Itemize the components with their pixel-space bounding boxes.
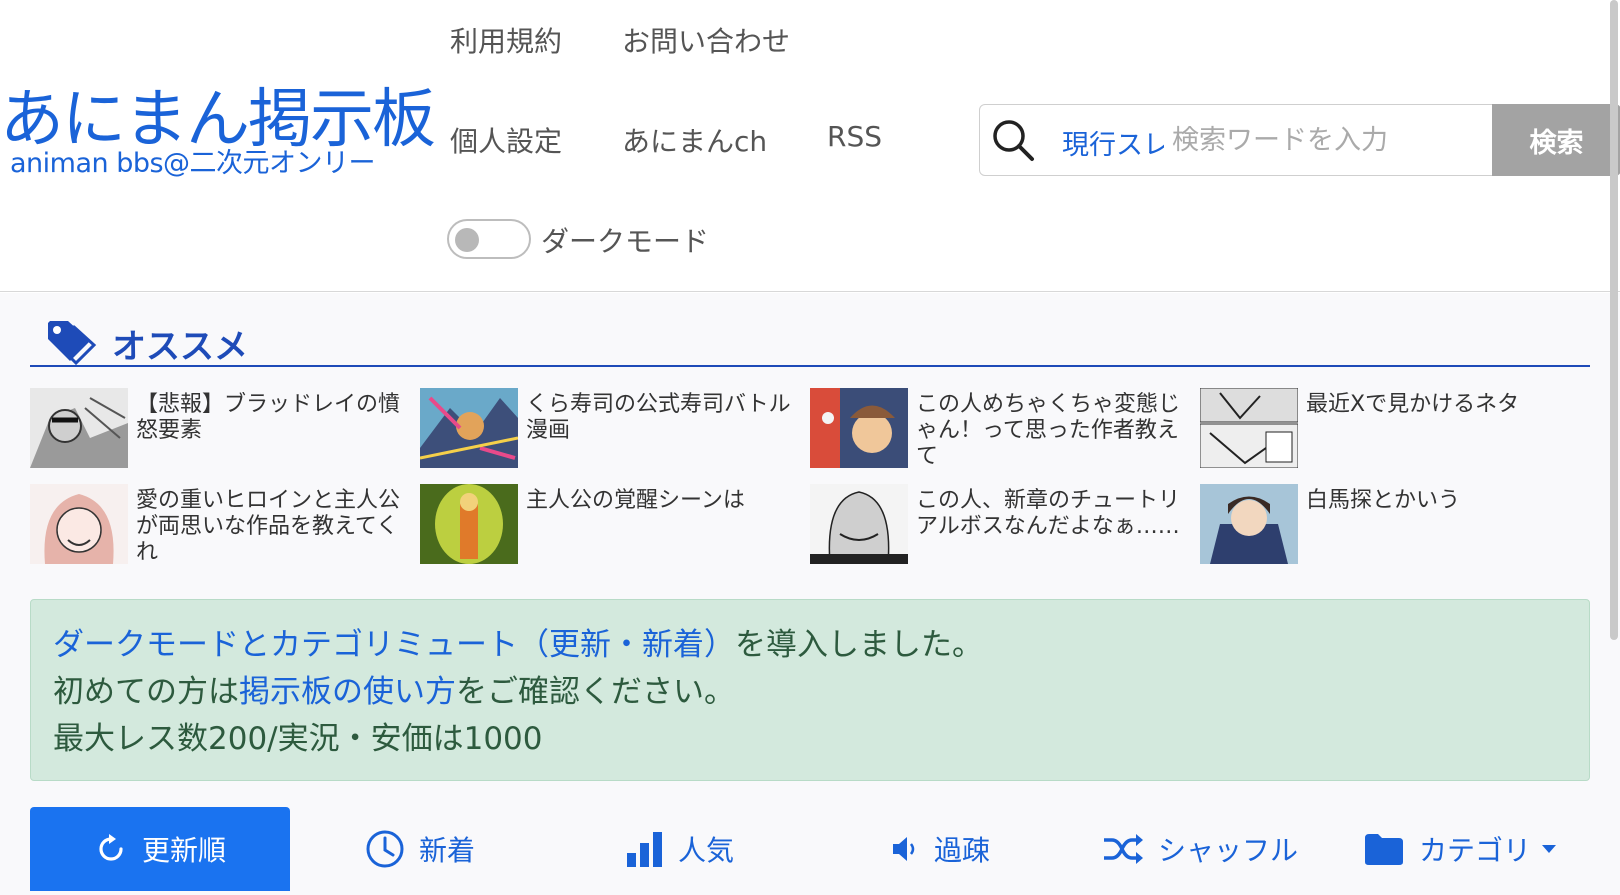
recommend-item-title: この人、新章のチュートリアルボスなんだよなぁ……: [916, 488, 1181, 539]
dark-mode-toggle[interactable]: [447, 219, 531, 259]
tab-popular[interactable]: 人気: [550, 807, 810, 891]
thumbnail-image: [420, 484, 518, 564]
tab-category[interactable]: カテゴリ: [1330, 807, 1590, 891]
tab-new[interactable]: 新着: [290, 807, 550, 891]
thumbnail-image: [420, 388, 518, 468]
recommend-item-title: この人めちゃくちゃ変態じゃん！って思った作者教えて: [916, 392, 1181, 469]
nav-animanch-link[interactable]: あにまんch: [622, 120, 767, 160]
search-input[interactable]: [1172, 119, 1472, 161]
search-form: 現行スレ 検索: [979, 104, 1620, 176]
clock-icon: [366, 830, 404, 868]
refresh-icon: [99, 834, 123, 861]
notice-line: ダークモードとカテゴリミュート（更新・新着）を導入しました。: [53, 622, 1567, 669]
recommend-item[interactable]: この人、新章のチュートリアルボスなんだよなぁ……: [810, 484, 1190, 566]
toggle-knob: [455, 228, 479, 252]
recommend-item[interactable]: この人めちゃくちゃ変態じゃん！って思った作者教えて: [810, 388, 1190, 470]
recommend-item[interactable]: くら寿司の公式寿司バトル漫画: [420, 388, 800, 470]
logo-title: あにまん掲示板: [0, 83, 436, 157]
page-scrollbar[interactable]: [1610, 0, 1618, 640]
recommend-item[interactable]: 主人公の覚醒シーンは: [420, 484, 800, 566]
shuffle-icon: [1103, 834, 1143, 864]
recommend-item-title: 【悲報】ブラッドレイの憤怒要素: [136, 392, 401, 443]
bar-chart-icon: [626, 832, 662, 867]
logo-subtitle: animan bbs@二次元オンリー: [10, 148, 376, 179]
recommend-item[interactable]: 最近Xで見かけるネタ: [1200, 388, 1580, 470]
search-icon[interactable]: [990, 117, 1036, 163]
tab-label: カテゴリ: [1418, 834, 1531, 867]
dark-mode-announcement-link[interactable]: ダークモードとカテゴリミュート（更新・新着）: [53, 627, 735, 663]
howto-link[interactable]: 掲示板の使い方: [239, 674, 456, 710]
search-scope-select[interactable]: 現行スレ: [1062, 123, 1164, 162]
sort-tabs: 更新順 新着 人気 過疎 シャッフル カテゴリ: [30, 807, 1590, 895]
folder-icon: [1364, 834, 1403, 865]
main-content: オススメ 【悲報】ブラッドレイの憤怒要素 くら寿司の公式寿司バトル漫画 この人め…: [0, 293, 1620, 895]
site-header: あにまん掲示板 animan bbs@二次元オンリー 利用規約 お問い合わせ 個…: [0, 0, 1620, 292]
recommend-item-title: くら寿司の公式寿司バトル漫画: [526, 392, 791, 443]
speaker-icon: [892, 837, 915, 861]
nav-contact-link[interactable]: お問い合わせ: [622, 20, 790, 60]
recommend-title: オススメ: [112, 327, 248, 367]
tab-label: 人気: [677, 834, 734, 867]
thumbnail-image: [1200, 484, 1298, 564]
tab-label: シャッフル: [1157, 834, 1298, 867]
tab-sparse[interactable]: 過疎: [810, 807, 1070, 891]
thumbnail-image: [810, 388, 908, 468]
site-logo[interactable]: あにまん掲示板 animan bbs@二次元オンリー: [0, 83, 436, 179]
recommend-item-title: 主人公の覚醒シーンは: [526, 488, 745, 513]
recommend-item-title: 白馬探とかいう: [1306, 488, 1461, 513]
recommend-item[interactable]: 【悲報】ブラッドレイの憤怒要素: [30, 388, 410, 470]
caret-down-icon: [1542, 845, 1556, 853]
notice-text: をご確認ください。: [456, 674, 735, 710]
notice-text: 初めての方は: [53, 674, 239, 710]
tab-label: 新着: [418, 834, 475, 867]
thumbnail-image: [1200, 388, 1298, 468]
notice-text: を導入しました。: [735, 627, 983, 663]
notice-line: 初めての方は掲示板の使い方をご確認ください。: [53, 669, 1567, 716]
recommend-item[interactable]: 愛の重いヒロインと主人公が両思いな作品を教えてくれ: [30, 484, 410, 566]
recommend-item[interactable]: 白馬探とかいう: [1200, 484, 1580, 566]
tab-label: 更新順: [141, 834, 226, 867]
tag-icon: [48, 321, 97, 365]
nav-settings-link[interactable]: 個人設定: [450, 120, 562, 160]
thumbnail-image: [30, 484, 128, 564]
nav-terms-link[interactable]: 利用規約: [450, 20, 562, 60]
recommend-header: オススメ: [30, 317, 1590, 367]
search-button[interactable]: 検索: [1492, 104, 1620, 176]
nav-rss-link[interactable]: RSS: [827, 120, 882, 153]
notice-box: ダークモードとカテゴリミュート（更新・新着）を導入しました。 初めての方は掲示板…: [30, 599, 1590, 781]
thumbnail-image: [810, 484, 908, 564]
recommend-item-title: 最近Xで見かけるネタ: [1306, 392, 1520, 417]
tab-label: 過疎: [933, 834, 990, 867]
recommend-item-title: 愛の重いヒロインと主人公が両思いな作品を教えてくれ: [136, 488, 401, 565]
notice-limit-text: 最大レス数200/実況・安価は1000: [53, 721, 543, 757]
tab-shuffle[interactable]: シャッフル: [1070, 807, 1330, 891]
dark-mode-label: ダークモード: [541, 225, 710, 258]
tab-updated[interactable]: 更新順: [30, 807, 290, 891]
thumbnail-image: [30, 388, 128, 468]
